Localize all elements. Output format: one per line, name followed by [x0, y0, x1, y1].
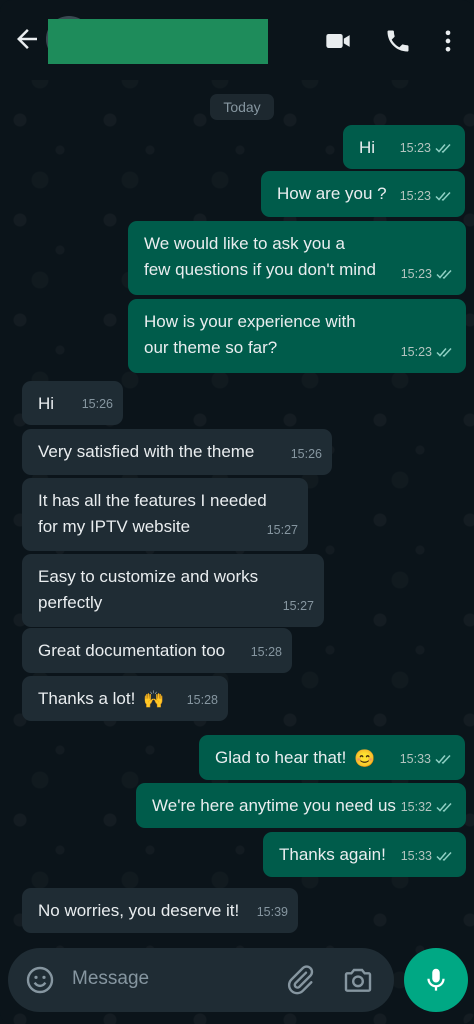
incoming-message[interactable]: Very satisfied with the theme 15:26	[22, 429, 332, 475]
smiling-face-emoji-icon: 😊	[354, 748, 376, 768]
message-text: Easy to customize and works perfectly	[38, 567, 259, 612]
incoming-message[interactable]: No worries, you deserve it! 15:39	[22, 888, 298, 933]
message-time: 15:23	[400, 267, 432, 281]
double-check-icon	[435, 754, 451, 764]
outgoing-message[interactable]: Glad to hear that! 😊 15:33	[199, 735, 465, 780]
message-meta: 15:32	[401, 794, 456, 820]
message-input-bar[interactable]: Message	[8, 948, 394, 1012]
message-time: 15:26	[290, 447, 322, 461]
message-time: 15:27	[282, 599, 314, 613]
outgoing-message[interactable]: Hi 15:23	[343, 125, 465, 169]
message-text: It has all the features I needed for my …	[38, 491, 267, 536]
message-time: 15:28	[186, 693, 218, 707]
incoming-message[interactable]: Easy to customize and works perfectly 15:…	[22, 554, 324, 627]
double-check-icon	[436, 269, 452, 279]
message-time: 15:23	[399, 189, 431, 203]
message-text: Thanks a lot!	[38, 689, 136, 708]
arrow-left-icon[interactable]	[12, 24, 42, 54]
message-meta: 15:26	[291, 441, 322, 467]
message-meta: 15:23	[401, 261, 456, 287]
message-meta: 15:39	[257, 899, 288, 925]
message-meta: 15:28	[187, 687, 218, 713]
contact-name-redacted[interactable]	[48, 19, 268, 64]
microphone-icon	[427, 968, 445, 991]
incoming-message[interactable]: It has all the features I needed for my …	[22, 478, 308, 551]
date-divider: Today	[210, 94, 274, 120]
message-meta: 15:23	[401, 339, 456, 365]
message-meta: 15:28	[251, 639, 282, 665]
message-text: Very satisfied with the theme	[38, 442, 255, 461]
smiley-icon[interactable]	[24, 964, 56, 996]
outgoing-message[interactable]: We're here anytime you need us 15:32	[136, 783, 466, 828]
phone-icon[interactable]	[384, 27, 412, 55]
message-time: 15:23	[399, 141, 431, 155]
incoming-message[interactable]: Great documentation too 15:28	[22, 628, 292, 673]
message-time: 15:28	[250, 645, 282, 659]
double-check-icon	[436, 802, 452, 812]
message-text: Hi	[38, 394, 55, 413]
message-time: 15:26	[81, 397, 113, 411]
message-meta: 15:27	[283, 593, 314, 619]
double-check-icon	[435, 191, 451, 201]
outgoing-message[interactable]: How is your experience with our theme so…	[128, 299, 466, 373]
camera-icon[interactable]	[342, 964, 374, 996]
message-text: We would like to ask you a few questions…	[144, 234, 376, 279]
message-meta: 15:23	[400, 135, 455, 161]
message-time: 15:32	[400, 800, 432, 814]
double-check-icon	[436, 347, 452, 357]
raised-hands-emoji-icon: 🙌	[143, 689, 165, 709]
message-input[interactable]: Message	[72, 968, 149, 990]
chat-header	[0, 0, 474, 80]
video-camera-icon[interactable]	[324, 27, 352, 55]
message-text: How are you ?	[277, 184, 387, 203]
chat-screen: Today Hi 15:23 How are you ? 15:23 We would …	[0, 0, 474, 1024]
message-time: 15:23	[400, 345, 432, 359]
message-meta: 15:23	[400, 183, 455, 209]
message-time: 15:33	[399, 752, 431, 766]
message-text: We're here anytime you need us	[152, 796, 396, 815]
message-text: Great documentation too	[38, 641, 226, 660]
double-check-icon	[435, 143, 451, 153]
outgoing-message[interactable]: We would like to ask you a few questions…	[128, 221, 466, 295]
outgoing-message[interactable]: Thanks again! 15:33	[263, 832, 466, 877]
more-vertical-icon[interactable]	[434, 27, 462, 55]
paperclip-icon[interactable]	[284, 964, 316, 996]
incoming-message[interactable]: Hi 15:26	[22, 381, 123, 425]
message-meta: 15:27	[267, 517, 298, 543]
message-meta: 15:33	[401, 843, 456, 869]
double-check-icon	[436, 851, 452, 861]
message-meta: 15:33	[400, 746, 455, 772]
message-time: 15:39	[256, 905, 288, 919]
message-text: How is your experience with our theme so…	[144, 312, 356, 357]
message-text: No worries, you deserve it!	[38, 901, 240, 920]
microphone-button[interactable]	[404, 948, 468, 1012]
message-text: Glad to hear that!	[215, 748, 347, 767]
message-text: Thanks again!	[279, 845, 386, 864]
message-meta: 15:26	[82, 391, 113, 417]
incoming-message[interactable]: Thanks a lot! 🙌 15:28	[22, 676, 228, 721]
message-time: 15:33	[400, 849, 432, 863]
message-text: Hi	[359, 138, 376, 157]
message-time: 15:27	[266, 523, 298, 537]
outgoing-message[interactable]: How are you ? 15:23	[261, 171, 465, 217]
